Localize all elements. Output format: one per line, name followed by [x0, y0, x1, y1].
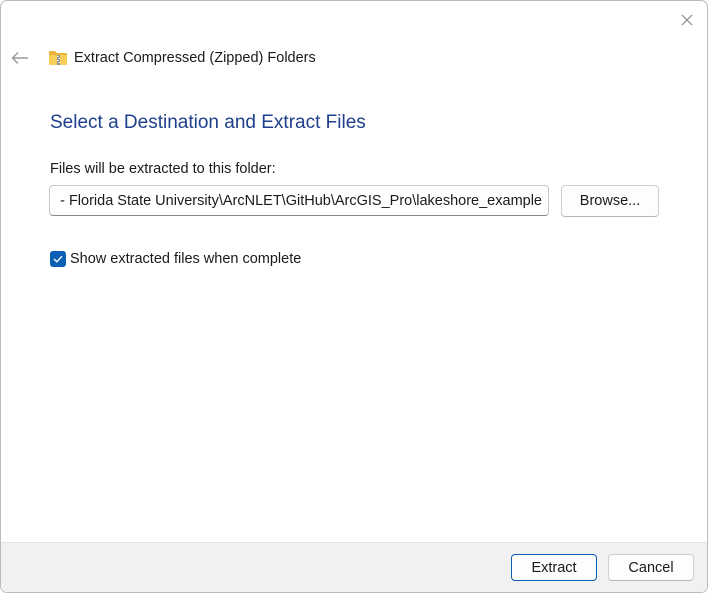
- checkmark-icon: [53, 255, 63, 263]
- destination-path-value: - Florida State University\ArcNLET\GitHu…: [60, 193, 542, 209]
- dialog-titlebar: Extract Compressed (Zipped) Folders: [1, 41, 707, 77]
- zipped-folder-icon: [49, 51, 67, 65]
- browse-button[interactable]: Browse...: [561, 185, 659, 217]
- extract-dialog: Extract Compressed (Zipped) Folders Sele…: [0, 0, 708, 593]
- close-button[interactable]: [671, 5, 703, 35]
- page-heading: Select a Destination and Extract Files: [50, 112, 366, 133]
- back-arrow-icon: [11, 52, 28, 64]
- close-icon: [681, 14, 693, 26]
- dialog-footer: Extract Cancel: [1, 542, 707, 592]
- dialog-title: Extract Compressed (Zipped) Folders: [74, 50, 316, 66]
- destination-path-input[interactable]: - Florida State University\ArcNLET\GitHu…: [49, 185, 549, 216]
- cancel-button[interactable]: Cancel: [608, 554, 694, 581]
- back-button[interactable]: [7, 45, 33, 71]
- destination-label: Files will be extracted to this folder:: [50, 161, 276, 177]
- show-files-label[interactable]: Show extracted files when complete: [70, 251, 301, 267]
- extract-button[interactable]: Extract: [511, 554, 597, 581]
- show-files-checkbox[interactable]: [50, 251, 66, 267]
